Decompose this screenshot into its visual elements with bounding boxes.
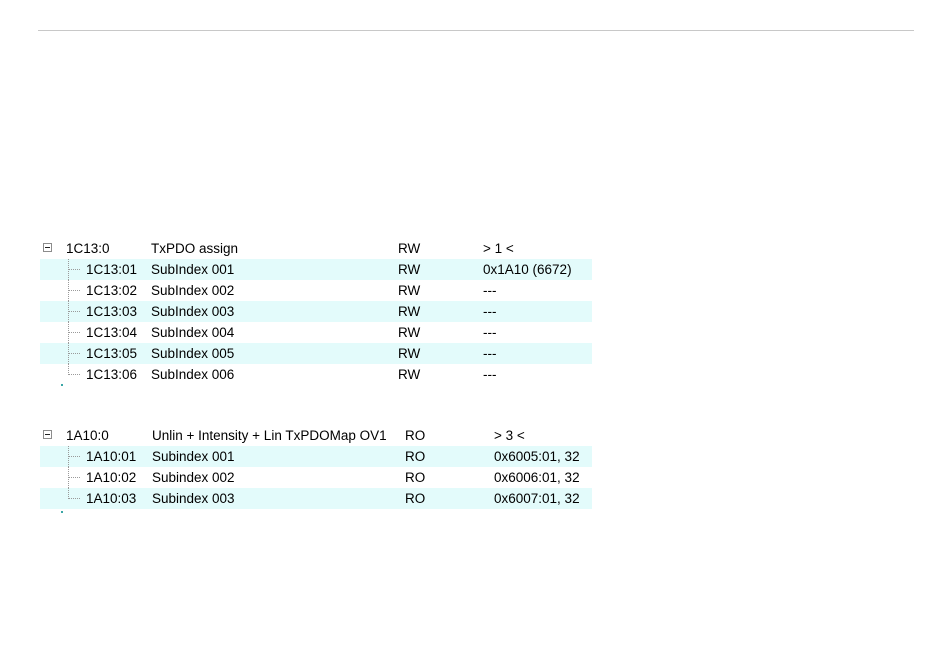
tree-row[interactable]: 1C13:01 SubIndex 001 RW 0x1A10 (6672)	[40, 259, 592, 280]
tree-branch-line	[68, 280, 80, 301]
subindex-value: ---	[483, 346, 497, 361]
object-index: 1C13:0	[66, 241, 110, 256]
tree-branch-line	[68, 301, 80, 322]
subindex-name: SubIndex 002	[151, 283, 235, 298]
subindex-index: 1A10:02	[86, 470, 137, 485]
tree-row[interactable]: 1C13:04 SubIndex 004 RW ---	[40, 322, 592, 343]
object-value: > 3 <	[494, 428, 525, 443]
tree-row[interactable]: 1C13:03 SubIndex 003 RW ---	[40, 301, 592, 322]
subindex-flags: RW	[398, 304, 421, 319]
subindex-index: 1C13:02	[86, 283, 138, 298]
subindex-value: ---	[483, 325, 497, 340]
object-name: TxPDO assign	[151, 241, 239, 256]
tree-edge-marker	[61, 511, 63, 513]
top-divider	[38, 30, 914, 31]
subindex-index: 1A10:03	[86, 491, 137, 506]
tree-branch-line	[68, 446, 80, 467]
tree-row-1c13-0[interactable]: 1C13:0 TxPDO assign RW > 1 <	[40, 238, 592, 259]
subindex-value: 0x6005:01, 32	[494, 449, 580, 464]
subindex-name: Subindex 001	[152, 449, 235, 464]
tree-row[interactable]: 1A10:02 Subindex 002 RO 0x6006:01, 32	[40, 467, 592, 488]
subindex-name: SubIndex 005	[151, 346, 235, 361]
object-name: Unlin + Intensity + Lin TxPDOMap OV1	[152, 428, 387, 443]
collapse-minus-icon[interactable]	[43, 243, 52, 252]
subindex-value: 0x1A10 (6672)	[483, 262, 572, 277]
subindex-flags: RW	[398, 262, 421, 277]
collapse-minus-icon[interactable]	[43, 430, 52, 439]
subindex-name: SubIndex 001	[151, 262, 235, 277]
subindex-name: Subindex 002	[152, 470, 235, 485]
subindex-index: 1C13:03	[86, 304, 138, 319]
subindex-index: 1C13:06	[86, 367, 138, 382]
object-flags: RW	[398, 241, 421, 256]
object-tree-1a10: 1A10:0 Unlin + Intensity + Lin TxPDOMap …	[40, 425, 592, 509]
tree-row[interactable]: 1C13:02 SubIndex 002 RW ---	[40, 280, 592, 301]
tree-row[interactable]: 1C13:06 SubIndex 006 RW ---	[40, 364, 592, 385]
object-value: > 1 <	[483, 241, 514, 256]
subindex-value: 0x6007:01, 32	[494, 491, 580, 506]
tree-row[interactable]: 1C13:05 SubIndex 005 RW ---	[40, 343, 592, 364]
tree-branch-line	[68, 364, 80, 385]
subindex-flags: RO	[405, 491, 426, 506]
subindex-index: 1C13:01	[86, 262, 138, 277]
subindex-value: ---	[483, 304, 497, 319]
object-index: 1A10:0	[66, 428, 109, 443]
subindex-flags: RO	[405, 470, 426, 485]
subindex-name: SubIndex 006	[151, 367, 235, 382]
tree-branch-line	[68, 467, 80, 488]
subindex-value: ---	[483, 367, 497, 382]
subindex-value: 0x6006:01, 32	[494, 470, 580, 485]
subindex-name: Subindex 003	[152, 491, 235, 506]
subindex-flags: RW	[398, 346, 421, 361]
subindex-index: 1C13:05	[86, 346, 138, 361]
object-tree-1c13: 1C13:0 TxPDO assign RW > 1 < 1C13:01 Sub…	[40, 238, 592, 385]
object-flags: RO	[405, 428, 426, 443]
subindex-index: 1C13:04	[86, 325, 138, 340]
tree-branch-line	[68, 259, 80, 280]
subindex-index: 1A10:01	[86, 449, 137, 464]
tree-branch-line	[68, 488, 80, 509]
subindex-name: SubIndex 003	[151, 304, 235, 319]
tree-row-1a10-0[interactable]: 1A10:0 Unlin + Intensity + Lin TxPDOMap …	[40, 425, 592, 446]
subindex-flags: RW	[398, 325, 421, 340]
subindex-value: ---	[483, 283, 497, 298]
subindex-flags: RW	[398, 367, 421, 382]
tree-row[interactable]: 1A10:03 Subindex 003 RO 0x6007:01, 32	[40, 488, 592, 509]
tree-branch-line	[68, 343, 80, 364]
subindex-flags: RO	[405, 449, 426, 464]
tree-edge-marker	[61, 384, 63, 386]
subindex-name: SubIndex 004	[151, 325, 235, 340]
subindex-flags: RW	[398, 283, 421, 298]
tree-branch-line	[68, 322, 80, 343]
tree-row[interactable]: 1A10:01 Subindex 001 RO 0x6005:01, 32	[40, 446, 592, 467]
